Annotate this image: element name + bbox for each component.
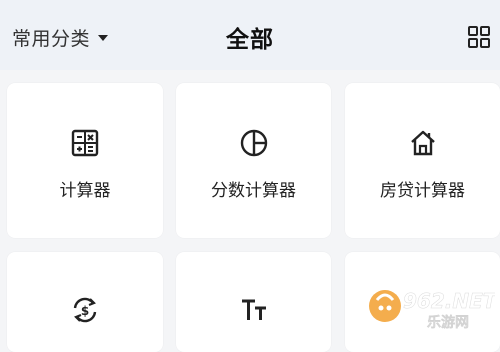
tool-tile-currency[interactable]: $ <box>7 252 163 352</box>
svg-text:962.NET: 962.NET <box>403 289 495 313</box>
svg-text:$: $ <box>81 304 89 318</box>
grid-view-icon[interactable] <box>467 25 491 49</box>
site-watermark-logo: 962.NET 乐游网 <box>369 289 495 330</box>
currency-exchange-icon: $ <box>73 297 97 323</box>
page-title: 全部 <box>226 27 274 53</box>
pie-chart-icon <box>240 129 267 157</box>
house-icon <box>410 130 435 156</box>
top-bar: 常用分类 全部 <box>0 0 500 70</box>
tool-tile-label: 计算器 <box>59 181 111 201</box>
tool-tile-calculator[interactable]: 计算器 <box>7 83 163 238</box>
calculator-icon <box>71 129 99 157</box>
tool-tile-label: 房贷计算器 <box>380 181 465 201</box>
tool-tile-text-size[interactable] <box>176 252 331 352</box>
svg-text:乐游网: 乐游网 <box>427 314 469 330</box>
text-size-icon <box>241 299 266 320</box>
tool-tile-mortgage-calculator[interactable]: 房贷计算器 <box>345 83 500 238</box>
tool-tile-fraction-calculator[interactable]: 分数计算器 <box>176 83 331 238</box>
tool-tile-label: 分数计算器 <box>211 181 296 201</box>
